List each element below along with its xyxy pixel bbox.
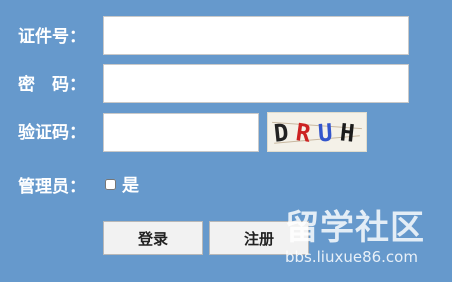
captcha-input[interactable] bbox=[103, 113, 259, 152]
admin-checkbox[interactable] bbox=[105, 179, 116, 190]
captcha-image[interactable]: D R U H bbox=[267, 112, 367, 152]
login-button[interactable]: 登录 bbox=[103, 221, 203, 255]
admin-label: 管理员： bbox=[18, 177, 86, 197]
captcha-char: U bbox=[317, 118, 334, 148]
password-label: 密 码： bbox=[18, 75, 86, 95]
admin-option-label: 是 bbox=[122, 176, 139, 196]
captcha-char: H bbox=[338, 118, 356, 148]
captcha-char: D bbox=[272, 118, 290, 148]
id-number-label: 证件号： bbox=[18, 27, 86, 47]
password-input[interactable] bbox=[103, 64, 409, 103]
watermark: 留学社区 bbs.liuxue86.com bbox=[285, 208, 445, 270]
register-button[interactable]: 注册 bbox=[209, 221, 309, 255]
captcha-label: 验证码： bbox=[18, 123, 86, 143]
captcha-char: R bbox=[294, 118, 313, 148]
id-number-input[interactable] bbox=[103, 16, 409, 55]
